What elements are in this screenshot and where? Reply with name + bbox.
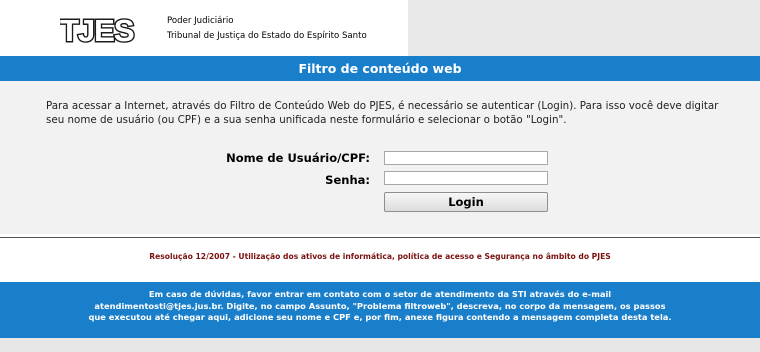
- password-input[interactable]: [384, 171, 548, 185]
- header-gray-area: [408, 0, 760, 56]
- organization-name: Poder Judiciário Tribunal de Justiça do …: [167, 14, 367, 43]
- tjes-logo: TJES TJES: [60, 12, 136, 48]
- help-text: Em caso de dúvidas, favor entrar em cont…: [20, 289, 740, 324]
- help-line-1: Em caso de dúvidas, favor entrar em cont…: [148, 289, 612, 299]
- help-line-2: atendimentosti@tjes.jus.br. Digite, no c…: [94, 300, 666, 311]
- help-line-3: que executou até chegar aqui, adicione s…: [88, 312, 672, 322]
- page-bottom: [0, 338, 760, 352]
- page-title: Filtro de conteúdo web: [0, 56, 760, 81]
- username-label: Nome de Usuário/CPF:: [226, 151, 370, 165]
- svg-text:TJES: TJES: [60, 13, 134, 48]
- login-panel: Para acessar a Internet, através do Filt…: [0, 81, 760, 234]
- intro-text: Para acessar a Internet, através do Filt…: [46, 100, 719, 126]
- help-footer: Em caso de dúvidas, favor entrar em cont…: [0, 282, 760, 338]
- page-header: TJES TJES Poder Judiciário Tribunal de J…: [0, 0, 760, 56]
- login-button[interactable]: Login: [384, 192, 548, 212]
- org-line-2: Tribunal de Justiça do Estado do Espírit…: [167, 30, 367, 41]
- password-label: Senha:: [325, 173, 370, 187]
- resolution-link[interactable]: Resolução 12/2007 - Utilização dos ativo…: [0, 252, 760, 261]
- divider: [0, 237, 760, 238]
- org-line-1: Poder Judiciário: [167, 16, 234, 26]
- username-input[interactable]: [384, 151, 548, 165]
